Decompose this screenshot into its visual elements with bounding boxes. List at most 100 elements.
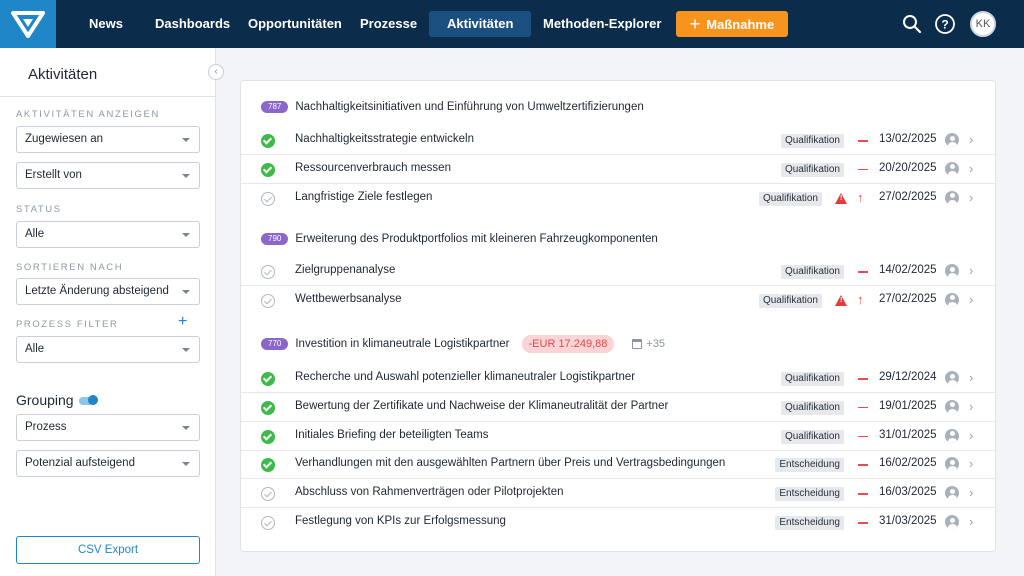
assignee-icon[interactable] bbox=[945, 399, 959, 414]
check-circle-open-icon[interactable] bbox=[261, 265, 275, 279]
check-circle-done-icon[interactable] bbox=[261, 429, 275, 444]
activity-title: Initiales Briefing der beteiligten Teams bbox=[295, 428, 489, 441]
check-circle-done-icon[interactable] bbox=[261, 162, 275, 177]
created-by-value: Erstellt von bbox=[25, 169, 82, 181]
activity-row[interactable]: Festlegung von KPIs zur Erfolgsmessung En… bbox=[241, 508, 995, 537]
group-order-select[interactable]: Potenzial aufsteigend bbox=[16, 450, 200, 477]
assignee-icon[interactable] bbox=[945, 515, 959, 529]
user-avatar[interactable]: KK bbox=[970, 11, 996, 37]
chevron-right-icon[interactable]: › bbox=[969, 514, 973, 530]
top-navigation-bar: News Dashboards Opportunitäten Prozesse … bbox=[0, 0, 1024, 48]
assignee-icon[interactable] bbox=[945, 292, 959, 307]
activity-row[interactable]: Recherche und Auswahl potenzieller klima… bbox=[241, 364, 995, 393]
activity-title: Wettbewerbsanalyse bbox=[295, 292, 402, 305]
assignee-icon[interactable] bbox=[945, 190, 959, 205]
status-select[interactable]: Alle bbox=[16, 221, 200, 248]
check-circle-open-icon[interactable] bbox=[261, 191, 275, 206]
check-circle-open-icon[interactable] bbox=[261, 487, 275, 502]
process-filter-label: PROZESS FILTER bbox=[16, 319, 119, 330]
chevron-right-icon[interactable]: › bbox=[969, 399, 973, 415]
activity-row[interactable]: Ressourcenverbrauch messen Qualifikation 2… bbox=[241, 155, 995, 184]
activity-row[interactable]: Abschluss von Rahmenverträgen oder Pilot… bbox=[241, 479, 995, 509]
sort-select[interactable]: Letzte Änderung absteigend bbox=[16, 278, 200, 305]
priority-neutral-icon bbox=[858, 406, 868, 409]
check-circle-done-icon[interactable] bbox=[261, 372, 275, 386]
priority-neutral-icon bbox=[858, 168, 868, 171]
logo-icon bbox=[11, 11, 45, 38]
group-order-value: Potenzial aufsteigend bbox=[25, 457, 135, 469]
priority-neutral-icon bbox=[858, 378, 868, 380]
chevron-right-icon[interactable]: › bbox=[969, 263, 973, 279]
activity-type-tag: Qualifikation bbox=[780, 429, 844, 444]
activity-row[interactable]: Nachhaltigkeitsstrategie entwickeln Quali… bbox=[241, 126, 995, 155]
nav-news[interactable]: News bbox=[77, 11, 135, 37]
csv-export-button[interactable]: CSV Export bbox=[16, 536, 200, 564]
plus-icon: + bbox=[689, 14, 701, 34]
chevron-right-icon[interactable]: › bbox=[969, 292, 973, 308]
group-header[interactable]: 790 Erweiterung des Produktportfolios mit… bbox=[261, 231, 658, 247]
process-title: Erweiterung des Produktportfolios mit kl… bbox=[295, 233, 658, 245]
activity-type-tag: Qualifikation bbox=[758, 293, 822, 308]
check-circle-open-icon[interactable] bbox=[261, 293, 275, 308]
chevron-right-icon[interactable]: › bbox=[969, 190, 973, 206]
chevron-right-icon[interactable]: › bbox=[969, 132, 973, 148]
help-icon[interactable]: ? bbox=[933, 12, 957, 36]
assignee-icon[interactable] bbox=[945, 486, 959, 501]
assigned-to-value: Zugewiesen an bbox=[25, 133, 103, 145]
check-circle-done-icon[interactable] bbox=[261, 458, 275, 473]
priority-up-icon: ↑ bbox=[857, 189, 864, 205]
nav-aktivitaeten[interactable]: Aktivitäten bbox=[429, 11, 532, 37]
group-header[interactable]: 787 Nachhaltigkeitsinitiativen und Einfüh… bbox=[261, 99, 644, 115]
chevron-right-icon[interactable]: › bbox=[969, 370, 973, 386]
chevron-right-icon[interactable]: › bbox=[969, 428, 973, 444]
check-circle-done-icon[interactable] bbox=[261, 134, 275, 148]
assignee-icon[interactable] bbox=[945, 457, 959, 472]
add-massnahme-button[interactable]: + Maßnahme bbox=[676, 11, 788, 37]
activity-type-tag: Qualifikation bbox=[780, 134, 844, 148]
calendar-icon bbox=[632, 339, 643, 349]
nav-opportunitaeten[interactable]: Opportunitäten bbox=[236, 11, 354, 37]
chevron-right-icon[interactable]: › bbox=[969, 485, 973, 501]
assignee-icon[interactable] bbox=[945, 264, 959, 278]
assignee-icon[interactable] bbox=[945, 371, 959, 385]
chevron-right-icon[interactable]: › bbox=[969, 456, 973, 472]
activity-row[interactable]: Wettbewerbsanalyse Qualifikation ↑ 27/02/20… bbox=[241, 286, 995, 315]
priority-neutral-icon bbox=[858, 464, 868, 466]
assignee-icon[interactable] bbox=[945, 161, 959, 176]
nav-prozesse[interactable]: Prozesse bbox=[348, 11, 429, 37]
created-by-select[interactable]: Erstellt von bbox=[16, 162, 200, 189]
activity-row[interactable]: Bewertung der Zertifikate und Nachweise … bbox=[241, 393, 995, 422]
filter-sidebar: Aktivitäten ‹ AKTIVITÄTEN ANZEIGEN Zugew… bbox=[0, 48, 224, 576]
collapse-sidebar-button[interactable]: ‹ bbox=[208, 64, 224, 80]
group-by-select[interactable]: Prozess bbox=[16, 414, 200, 441]
activity-row[interactable]: Zielgruppenanalyse Qualifikation 14/02/202… bbox=[241, 257, 995, 286]
search-icon[interactable] bbox=[900, 12, 924, 36]
assigned-to-select[interactable]: Zugewiesen an bbox=[16, 126, 200, 153]
grouping-toggle[interactable] bbox=[79, 395, 98, 405]
chevron-down-icon bbox=[182, 348, 190, 352]
nav-dashboards[interactable]: Dashboards bbox=[143, 11, 242, 37]
assignee-icon[interactable] bbox=[945, 428, 959, 443]
activity-title: Festlegung von KPIs zur Erfolgsmessung bbox=[295, 515, 506, 527]
due-date: 29/12/2024 bbox=[879, 371, 937, 383]
chevron-right-icon[interactable]: › bbox=[969, 161, 973, 177]
group-header[interactable]: 770 Investition in klimaneutrale Logistik… bbox=[261, 335, 666, 353]
assignee-icon[interactable] bbox=[945, 133, 959, 147]
nav-methoden-explorer[interactable]: Methoden-Explorer bbox=[531, 11, 673, 37]
activity-title: Langfristige Ziele festlegen bbox=[295, 190, 433, 203]
add-filter-icon[interactable]: + bbox=[178, 314, 187, 330]
activity-row[interactable]: Initiales Briefing der beteiligten Teams… bbox=[241, 422, 995, 451]
show-activities-label: AKTIVITÄTEN ANZEIGEN bbox=[16, 109, 160, 120]
activity-row[interactable]: Langfristige Ziele festlegen Qualifikatio… bbox=[241, 184, 995, 213]
app-logo[interactable] bbox=[0, 0, 56, 48]
check-circle-done-icon[interactable] bbox=[261, 400, 275, 415]
warning-icon bbox=[835, 192, 847, 204]
extra-count: +35 bbox=[646, 338, 666, 350]
due-date: 27/02/2025 bbox=[879, 292, 937, 305]
activity-row[interactable]: Verhandlungen mit den ausgewählten Partn… bbox=[241, 450, 995, 480]
chevron-left-icon: ‹ bbox=[214, 66, 218, 77]
activity-title: Recherche und Auswahl potenzieller klima… bbox=[295, 371, 636, 383]
process-filter-select[interactable]: Alle bbox=[16, 336, 200, 363]
check-circle-open-icon[interactable] bbox=[261, 516, 275, 530]
process-title: Investition in klimaneutrale Logistikpar… bbox=[295, 338, 510, 350]
